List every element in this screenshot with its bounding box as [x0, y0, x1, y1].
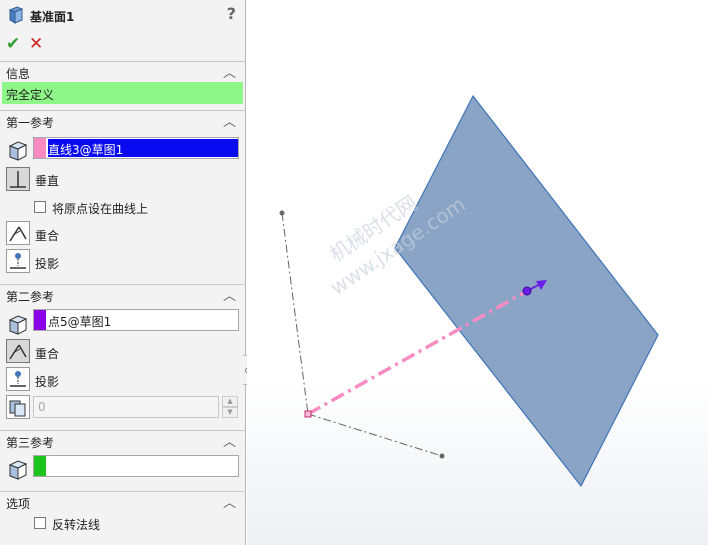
origin-on-curve-label: 将原点设在曲线上: [52, 202, 149, 216]
plane-count-stepper[interactable]: ▲ ▼: [222, 396, 238, 418]
sketch-construction-line: [281, 212, 309, 415]
sketch-endpoint: [439, 453, 445, 459]
coincident-label: 重合: [35, 229, 60, 243]
section-options-header[interactable]: 选项 ︿: [0, 491, 246, 511]
coincident-label: 重合: [35, 347, 60, 361]
second-ref-color-swatch: [34, 310, 46, 330]
stepper-down-icon[interactable]: ▼: [222, 407, 238, 418]
ok-button[interactable]: ✔: [6, 34, 20, 54]
flip-normal-label: 反转法线: [52, 518, 101, 532]
project-label: 投影: [35, 257, 60, 271]
plane-feature-icon: [8, 6, 24, 24]
section-first-ref-header[interactable]: 第一参考 ︿: [0, 110, 246, 130]
section-second-ref-label: 第二参考: [6, 290, 55, 304]
section-second-ref-header[interactable]: 第二参考 ︿: [0, 284, 246, 304]
project-label: 投影: [35, 375, 60, 389]
second-reference-field[interactable]: 点5@草图1: [33, 309, 239, 331]
coincident-icon[interactable]: [6, 339, 30, 363]
section-third-ref-header[interactable]: 第三参考 ︿: [0, 430, 246, 450]
cancel-button[interactable]: ✕: [29, 34, 43, 54]
project-icon[interactable]: [6, 249, 30, 273]
second-reference-point: [522, 286, 532, 296]
sketch-endpoint: [279, 210, 285, 216]
stepper-up-icon[interactable]: ▲: [222, 396, 238, 407]
collapse-chevron-icon[interactable]: ︿: [223, 431, 236, 450]
model-scene: [279, 94, 659, 488]
perpendicular-icon[interactable]: [6, 167, 30, 191]
graphics-viewport[interactable]: 机械时代网 www.jxage.com: [247, 0, 708, 545]
sketch-start-point: [304, 410, 312, 418]
section-options-label: 选项: [6, 497, 31, 511]
third-reference-field[interactable]: [33, 455, 239, 477]
reference-entity-icon: [8, 460, 28, 480]
collapse-chevron-icon[interactable]: ︿: [223, 492, 236, 511]
perpendicular-label: 垂直: [35, 174, 60, 188]
coincident-icon[interactable]: [6, 221, 30, 245]
flip-normal-checkbox[interactable]: [34, 517, 46, 529]
third-ref-color-swatch: [34, 456, 46, 476]
property-manager: 基准面1 ? ✔ ✕ 信息 ︿ 完全定义 第一参考 ︿ 直线3@草图1 垂直 将…: [0, 0, 246, 545]
first-reference-field[interactable]: 直线3@草图1: [33, 137, 239, 159]
dialog-title: 基准面1: [30, 10, 75, 24]
collapse-chevron-icon[interactable]: ︿: [223, 111, 236, 130]
help-icon[interactable]: ?: [227, 4, 236, 23]
plane-count-icon: [6, 395, 30, 419]
first-reference-value: 直线3@草图1: [48, 139, 238, 157]
status-bar: 完全定义: [2, 82, 243, 104]
reference-entity-icon: [8, 315, 28, 335]
first-ref-color-swatch: [34, 138, 46, 158]
section-third-ref-label: 第三参考: [6, 436, 55, 450]
section-info-label: 信息: [6, 67, 31, 81]
collapse-chevron-icon[interactable]: ︿: [223, 62, 236, 81]
sketch-construction-line: [307, 413, 443, 457]
second-reference-value: 点5@草图1: [48, 315, 112, 329]
section-info-header[interactable]: 信息 ︿: [0, 61, 246, 81]
plane-count-input[interactable]: 0: [33, 396, 219, 418]
title-bar: 基准面1 ?: [0, 0, 246, 30]
collapse-chevron-icon[interactable]: ︿: [223, 285, 236, 304]
project-icon[interactable]: [6, 367, 30, 391]
origin-on-curve-checkbox[interactable]: [34, 201, 46, 213]
section-first-ref-label: 第一参考: [6, 116, 55, 130]
reference-entity-icon: [8, 141, 28, 161]
